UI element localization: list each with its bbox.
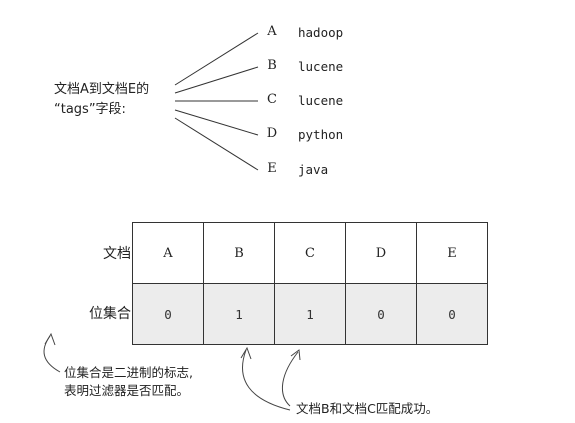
bitset-note-line1: 位集合是二进制的标志,: [64, 365, 193, 380]
table-cell-bit-c: 1: [274, 283, 346, 345]
bitset-arrow-head: [44, 332, 56, 346]
connector-lines: [43, 32, 301, 411]
connector-line-a: [174, 32, 259, 86]
field-label-line2: “tags”字段:: [54, 102, 126, 117]
connector-line-b: [174, 66, 259, 94]
bitset-note-line2: 表明过滤器是否匹配。: [64, 383, 190, 398]
bitset-table: A B C D E 0 1 1 0 0: [132, 222, 488, 345]
doc-tag-c: lucene: [298, 93, 344, 108]
row-label-documents: 文档: [103, 246, 131, 262]
table-cell-letter-b: B: [203, 222, 275, 284]
row-label-bitset: 位集合: [89, 306, 131, 322]
doc-tag-a: hadoop: [298, 25, 344, 40]
doc-tag-b: lucene: [298, 59, 344, 74]
doc-letter-c: C: [267, 92, 277, 107]
doc-letter-e: E: [267, 161, 277, 176]
match-arrow-c-head: [290, 349, 301, 361]
field-label-line1: 文档A到文档E的: [54, 82, 150, 97]
doc-tag-e: java: [298, 162, 329, 177]
field-label: 文档A到文档E的 “tags”字段:: [54, 80, 149, 120]
match-note: 文档B和文档C匹配成功。: [296, 401, 439, 416]
table-cell-letter-e: E: [416, 222, 488, 284]
table-cell-letter-d: D: [345, 222, 417, 284]
doc-letter-a: A: [267, 24, 277, 39]
match-arrow-b-head: [240, 346, 252, 360]
doc-letter-b: B: [267, 58, 277, 73]
connector-line-d: [174, 109, 259, 136]
bitset-diagram: 文档A到文档E的 “tags”字段: A hadoop B lucene C l…: [0, 0, 575, 423]
bitset-note: 位集合是二进制的标志, 表明过滤器是否匹配。: [64, 364, 193, 400]
table-cell-letter-c: C: [274, 222, 346, 284]
table-cell-bit-d: 0: [345, 283, 417, 345]
table-cell-bit-b: 1: [203, 283, 275, 345]
table-cell-bit-a: 0: [132, 283, 204, 345]
doc-letter-d: D: [266, 126, 278, 141]
match-arrow-c: [281, 351, 299, 407]
connector-line-e: [174, 117, 259, 171]
table-cell-bit-e: 0: [416, 283, 488, 345]
bitset-arrow: [43, 335, 61, 373]
match-arrow-b: [242, 349, 291, 411]
table-cell-letter-a: A: [132, 222, 204, 284]
documents-row: A B C D E: [132, 222, 488, 284]
doc-tag-d: python: [298, 127, 344, 142]
bitset-row: 0 1 1 0 0: [132, 283, 488, 345]
